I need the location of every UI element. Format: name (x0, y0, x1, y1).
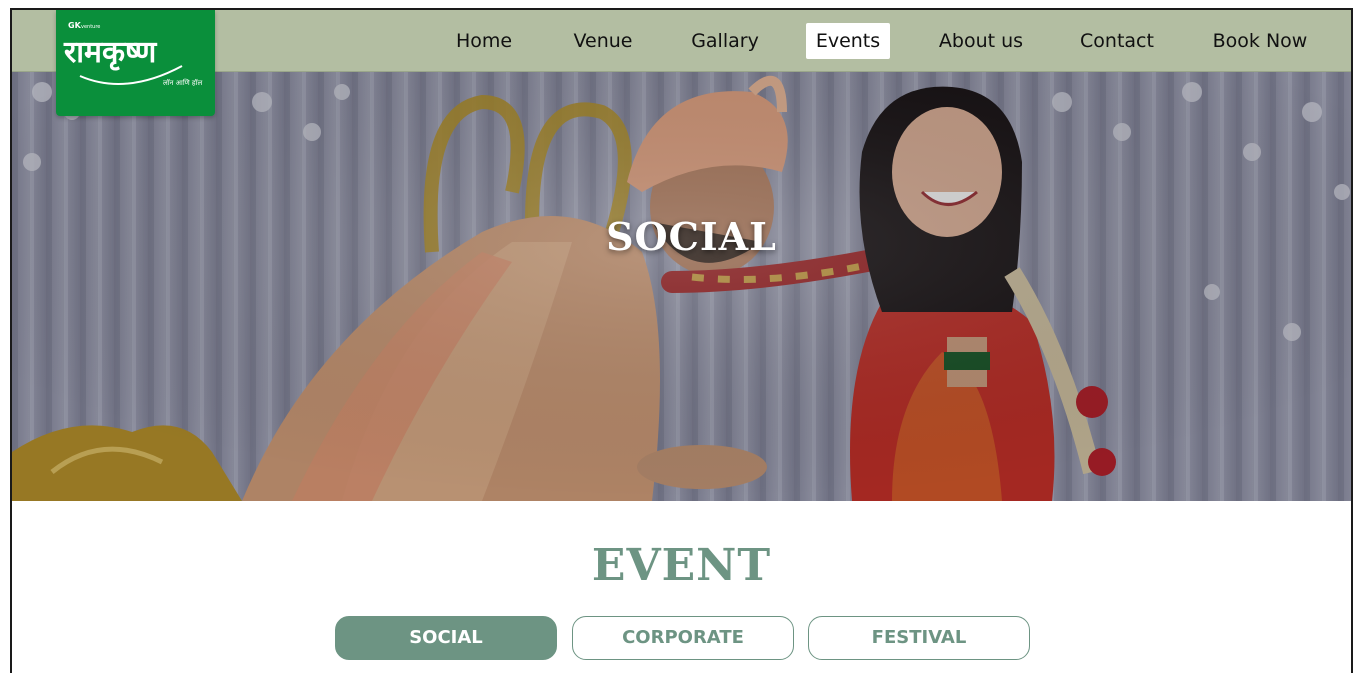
nav-contact[interactable]: Contact (1068, 23, 1166, 59)
page-frame: Home Venue Gallary Events About us Conta… (10, 8, 1353, 673)
nav-gallary[interactable]: Gallary (680, 23, 770, 59)
tab-corporate[interactable]: CORPORATE (572, 616, 794, 660)
nav-about-us[interactable]: About us (926, 23, 1036, 59)
nav-events[interactable]: Events (806, 23, 890, 59)
logo-venture-text: venture (81, 24, 100, 30)
hero-title: SOCIAL (606, 214, 777, 259)
tab-social[interactable]: SOCIAL (335, 616, 557, 660)
logo-artwork: GK venture रामकृष्ण लॉन आणि हॉल (63, 21, 202, 87)
logo-sub-text: लॉन आणि हॉल (163, 78, 202, 87)
hero-banner: SOCIAL (12, 72, 1351, 501)
logo-main-text: रामकृष्ण (63, 35, 158, 71)
logo-gk-text: GK (68, 21, 82, 30)
brand-logo[interactable]: GK venture रामकृष्ण लॉन आणि हॉल (56, 10, 215, 116)
event-section-title: EVENT (591, 540, 772, 591)
nav-venue[interactable]: Venue (562, 23, 644, 59)
nav-home[interactable]: Home (444, 23, 524, 59)
nav-book-now[interactable]: Book Now (1198, 23, 1322, 59)
hero-photo-couple (12, 72, 1351, 501)
tab-festival[interactable]: FESTIVAL (808, 616, 1030, 660)
